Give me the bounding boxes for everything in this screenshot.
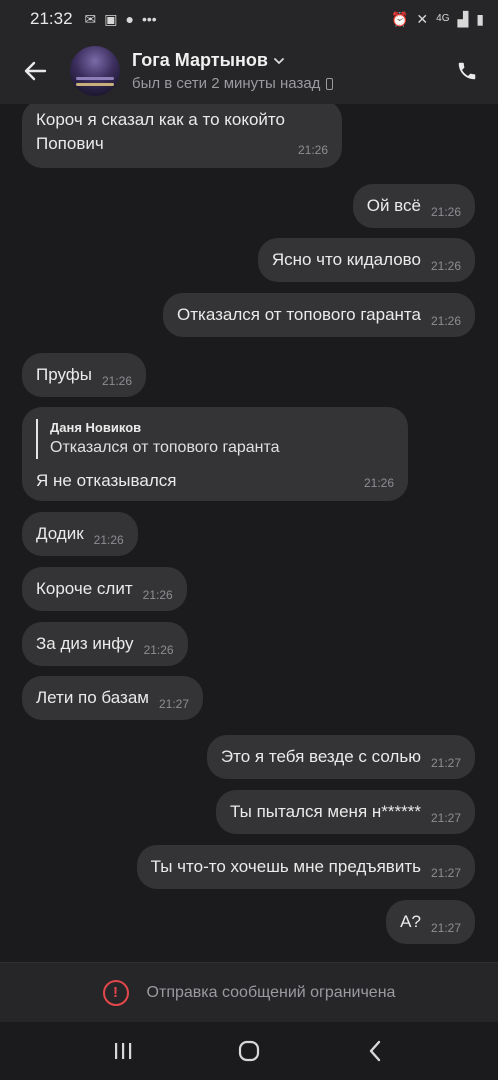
message-time: 21:26 — [297, 143, 328, 157]
back-chevron-icon — [369, 1040, 381, 1062]
message-bubble-incoming[interactable]: Пруфы 21:26 — [22, 353, 147, 397]
mobile-icon — [326, 77, 334, 90]
message-time: 21:26 — [430, 205, 461, 219]
message-bubble-incoming[interactable]: Короч я сказал как а то кокойто Попович … — [22, 104, 342, 168]
message-text: Отказался от топового гаранта — [177, 305, 421, 324]
contact-avatar[interactable] — [70, 46, 120, 96]
message-list: Короч я сказал как а то кокойто Попович … — [0, 104, 498, 962]
chat-icon: ● — [125, 11, 134, 27]
message-time: 21:26 — [143, 643, 174, 657]
chat-header: Гога Мартынов был в сети 2 минуты назад — [0, 38, 498, 104]
recent-apps-icon — [115, 1043, 132, 1059]
network-label: 4G — [436, 13, 450, 24]
message-text: А? — [400, 912, 421, 931]
message-text-line: Короч я сказал как а то кокойто — [36, 110, 285, 129]
message-bubble-incoming[interactable]: За диз инфу 21:26 — [22, 622, 188, 666]
contact-name: Гога Мартынов — [132, 50, 268, 70]
mute-icon: ✕ — [416, 10, 429, 27]
system-nav-bar — [0, 1022, 498, 1080]
quoted-text: Отказался от топового гаранта — [50, 439, 280, 456]
message-bubble-outgoing[interactable]: Ясно что кидалово 21:26 — [257, 238, 475, 282]
recent-apps-button[interactable] — [93, 1022, 153, 1080]
message-bubble-incoming[interactable]: Короче слит 21:26 — [22, 567, 187, 611]
message-text: Короче слит — [36, 579, 133, 598]
message-text-line: Попович — [36, 134, 104, 153]
message-time: 21:26 — [93, 533, 124, 547]
message-time: 21:26 — [430, 314, 461, 328]
phone-icon — [458, 62, 476, 80]
quoted-author: Даня Новиков — [50, 420, 142, 435]
back-nav-button[interactable] — [345, 1022, 405, 1080]
contact-status: был в сети 2 минуты назад — [132, 75, 334, 92]
message-text: Ясно что кидалово — [271, 250, 421, 269]
message-time: 21:27 — [430, 866, 461, 880]
home-button[interactable] — [219, 1022, 279, 1080]
message-bubble-outgoing[interactable]: Это я тебя везде с солью 21:27 — [206, 735, 475, 779]
message-bubble-outgoing[interactable]: А? 21:27 — [386, 900, 475, 944]
battery-icon: ▮ — [476, 10, 484, 27]
message-time: 21:26 — [142, 588, 173, 602]
warning-icon: ! — [102, 979, 129, 1006]
image-icon: ▣ — [104, 10, 118, 27]
chevron-down-icon — [274, 57, 284, 64]
message-bubble-outgoing[interactable]: Ты что-то хочешь мне предъявить 21:27 — [136, 845, 475, 889]
mail-icon: ✉ — [84, 10, 97, 27]
message-time: 21:26 — [430, 259, 461, 273]
contact-info[interactable]: Гога Мартынов был в сети 2 минуты назад — [132, 50, 334, 92]
message-time: 21:26 — [102, 374, 133, 388]
message-time: 21:26 — [363, 476, 394, 490]
message-bubble-outgoing[interactable]: Ты пытался меня н****** 21:27 — [216, 790, 475, 834]
signal-icon: ▟ — [457, 10, 469, 27]
message-text: Ты пытался меня н****** — [230, 802, 421, 821]
message-text: Ты что-то хочешь мне предъявить — [150, 857, 421, 876]
quoted-message[interactable]: Даня Новиков Отказался от топового гаран… — [36, 419, 394, 459]
back-arrow-icon — [24, 61, 47, 81]
message-time: 21:27 — [430, 811, 461, 825]
message-bubble-reply[interactable]: Даня Новиков Отказался от топового гаран… — [22, 407, 408, 501]
message-text: Ой всё — [366, 196, 421, 215]
message-text: Пруфы — [36, 365, 92, 384]
message-bubble-incoming[interactable]: Додик 21:26 — [22, 512, 138, 556]
status-bar: 21:32 ✉ ▣ ● ••• ⏰ ✕ 4G ▟ ▮ — [0, 0, 498, 38]
back-button[interactable] — [0, 38, 70, 104]
message-text: Додик — [36, 524, 84, 543]
message-text: За диз инфу — [36, 634, 134, 653]
message-time: 21:27 — [158, 697, 190, 711]
message-text: Это я тебя везде с солью — [220, 747, 421, 766]
home-icon — [238, 1040, 260, 1062]
restricted-text: Отправка сообщений ограничена — [146, 983, 396, 1001]
messaging-restricted-banner: ! Отправка сообщений ограничена — [0, 962, 498, 1022]
more-notifications-icon: ••• — [141, 11, 157, 27]
status-time: 21:32 — [30, 9, 73, 28]
message-bubble-incoming[interactable]: Лети по базам 21:27 — [22, 676, 204, 720]
message-time: 21:27 — [430, 756, 461, 770]
message-time: 21:27 — [430, 921, 461, 935]
message-bubble-outgoing[interactable]: Отказался от топового гаранта 21:26 — [163, 293, 475, 337]
call-button[interactable] — [436, 38, 498, 104]
alarm-icon: ⏰ — [390, 10, 409, 27]
message-text: Лети по базам — [36, 688, 149, 707]
last-seen-text: был в сети 2 минуты назад — [132, 75, 321, 92]
message-bubble-outgoing[interactable]: Ой всё 21:26 — [352, 184, 475, 228]
message-text: Я не отказывался — [36, 471, 177, 490]
